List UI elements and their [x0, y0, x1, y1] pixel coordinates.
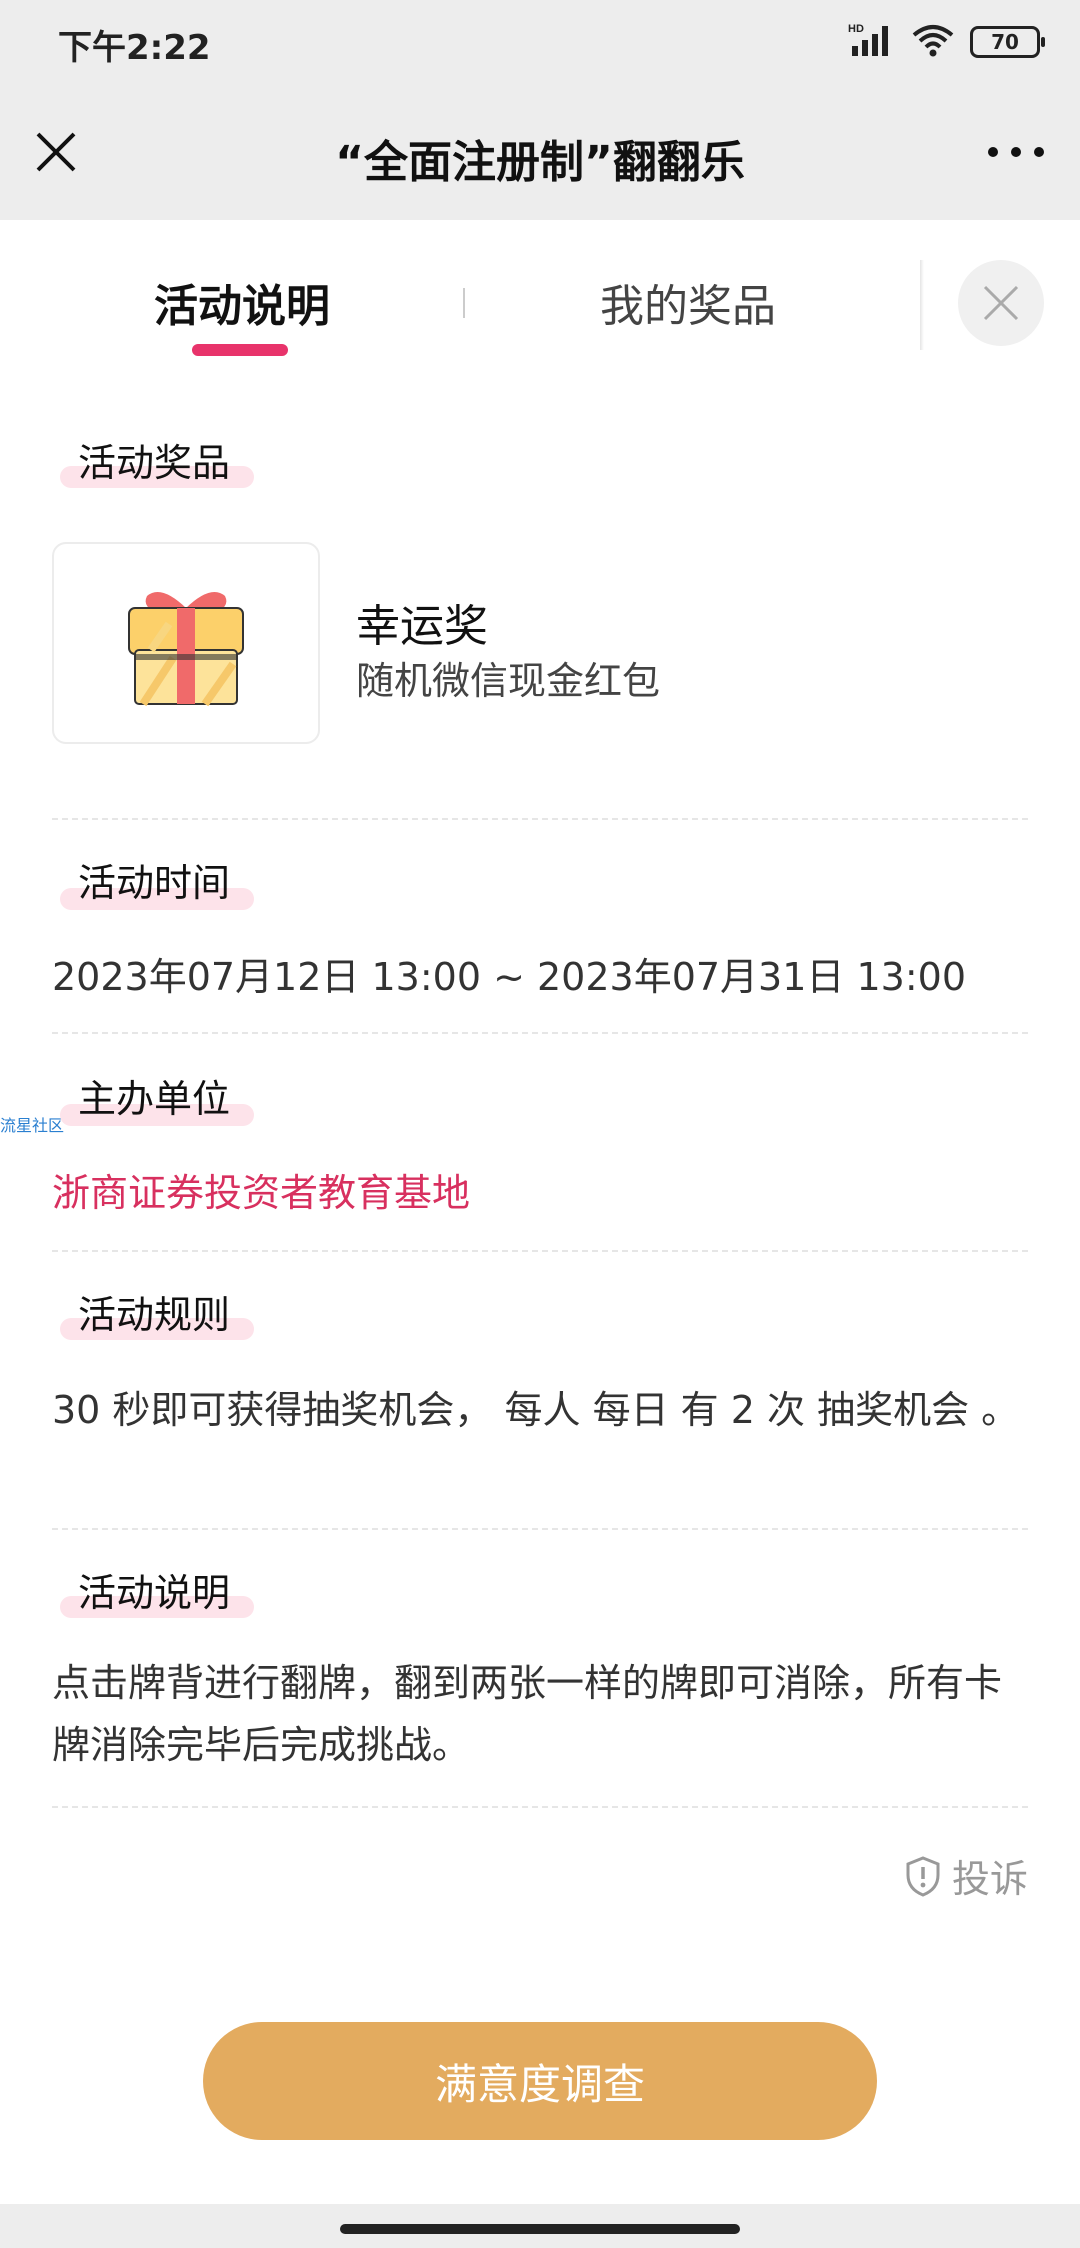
section-label-organizer: 主办单位 — [78, 1077, 231, 1121]
section-label-time: 活动时间 — [78, 861, 231, 905]
organizer-link[interactable]: 浙商证券投资者教育基地 — [52, 1162, 470, 1217]
complain-label: 投诉 — [951, 1857, 1028, 1901]
tab-bar: 活动说明 我的奖品 — [0, 220, 1080, 380]
more-icon[interactable] — [988, 140, 1044, 164]
divider — [52, 1806, 1028, 1808]
activity-description: 点击牌背进行翻牌，翻到两张一样的牌即可消除，所有卡牌消除完毕后完成挑战。 — [52, 1661, 1003, 1767]
divider — [52, 1250, 1028, 1252]
tab-underline — [192, 344, 288, 356]
survey-button[interactable]: 满意度调查 — [203, 2022, 877, 2140]
page-title: “全面注册制”翻翻乐 — [335, 137, 745, 188]
network-badge: HD — [848, 23, 864, 35]
prize-description: 随机微信现金红包 — [356, 659, 661, 703]
divider — [52, 818, 1028, 820]
signal-icon: HD — [848, 22, 896, 62]
battery-level: 70 — [991, 30, 1019, 54]
battery-icon: 70 — [970, 26, 1045, 58]
watermark: 流星社区 — [0, 1116, 65, 1135]
section-label-rules: 活动规则 — [78, 1293, 231, 1337]
shield-alert-icon — [906, 1855, 940, 1897]
tab-divider — [463, 288, 465, 318]
section-label-description: 活动说明 — [78, 1571, 231, 1615]
prize-image — [52, 542, 320, 744]
tab-shadow — [920, 260, 924, 350]
tab-activity-info[interactable]: 活动说明 — [154, 270, 330, 334]
wifi-icon — [912, 23, 954, 61]
tab-my-prizes[interactable]: 我的奖品 — [600, 270, 776, 334]
panel-close-button[interactable] — [958, 260, 1044, 346]
home-indicator[interactable] — [340, 2224, 740, 2234]
prize-name: 幸运奖 — [356, 601, 488, 652]
complain-button[interactable]: 投诉 — [904, 1848, 1028, 1903]
divider — [52, 1528, 1028, 1530]
close-icon — [983, 285, 1019, 321]
activity-time: 2023年07月12日 13:00 ~ 2023年07月31日 13:00 — [52, 955, 967, 999]
section-label-prize: 活动奖品 — [78, 441, 231, 485]
status-time: 下午2:22 — [58, 28, 211, 68]
status-icons: HD 70 — [848, 22, 1045, 62]
gift-icon — [128, 592, 244, 707]
divider — [52, 1032, 1028, 1034]
activity-rules: 30 秒即可获得抽奖机会， 每人 每日 有 2 次 抽奖机会 。 — [52, 1388, 1020, 1432]
title-bar: “全面注册制”翻翻乐 — [0, 88, 1080, 220]
status-bar: 下午2:22 HD 70 — [0, 0, 1080, 88]
